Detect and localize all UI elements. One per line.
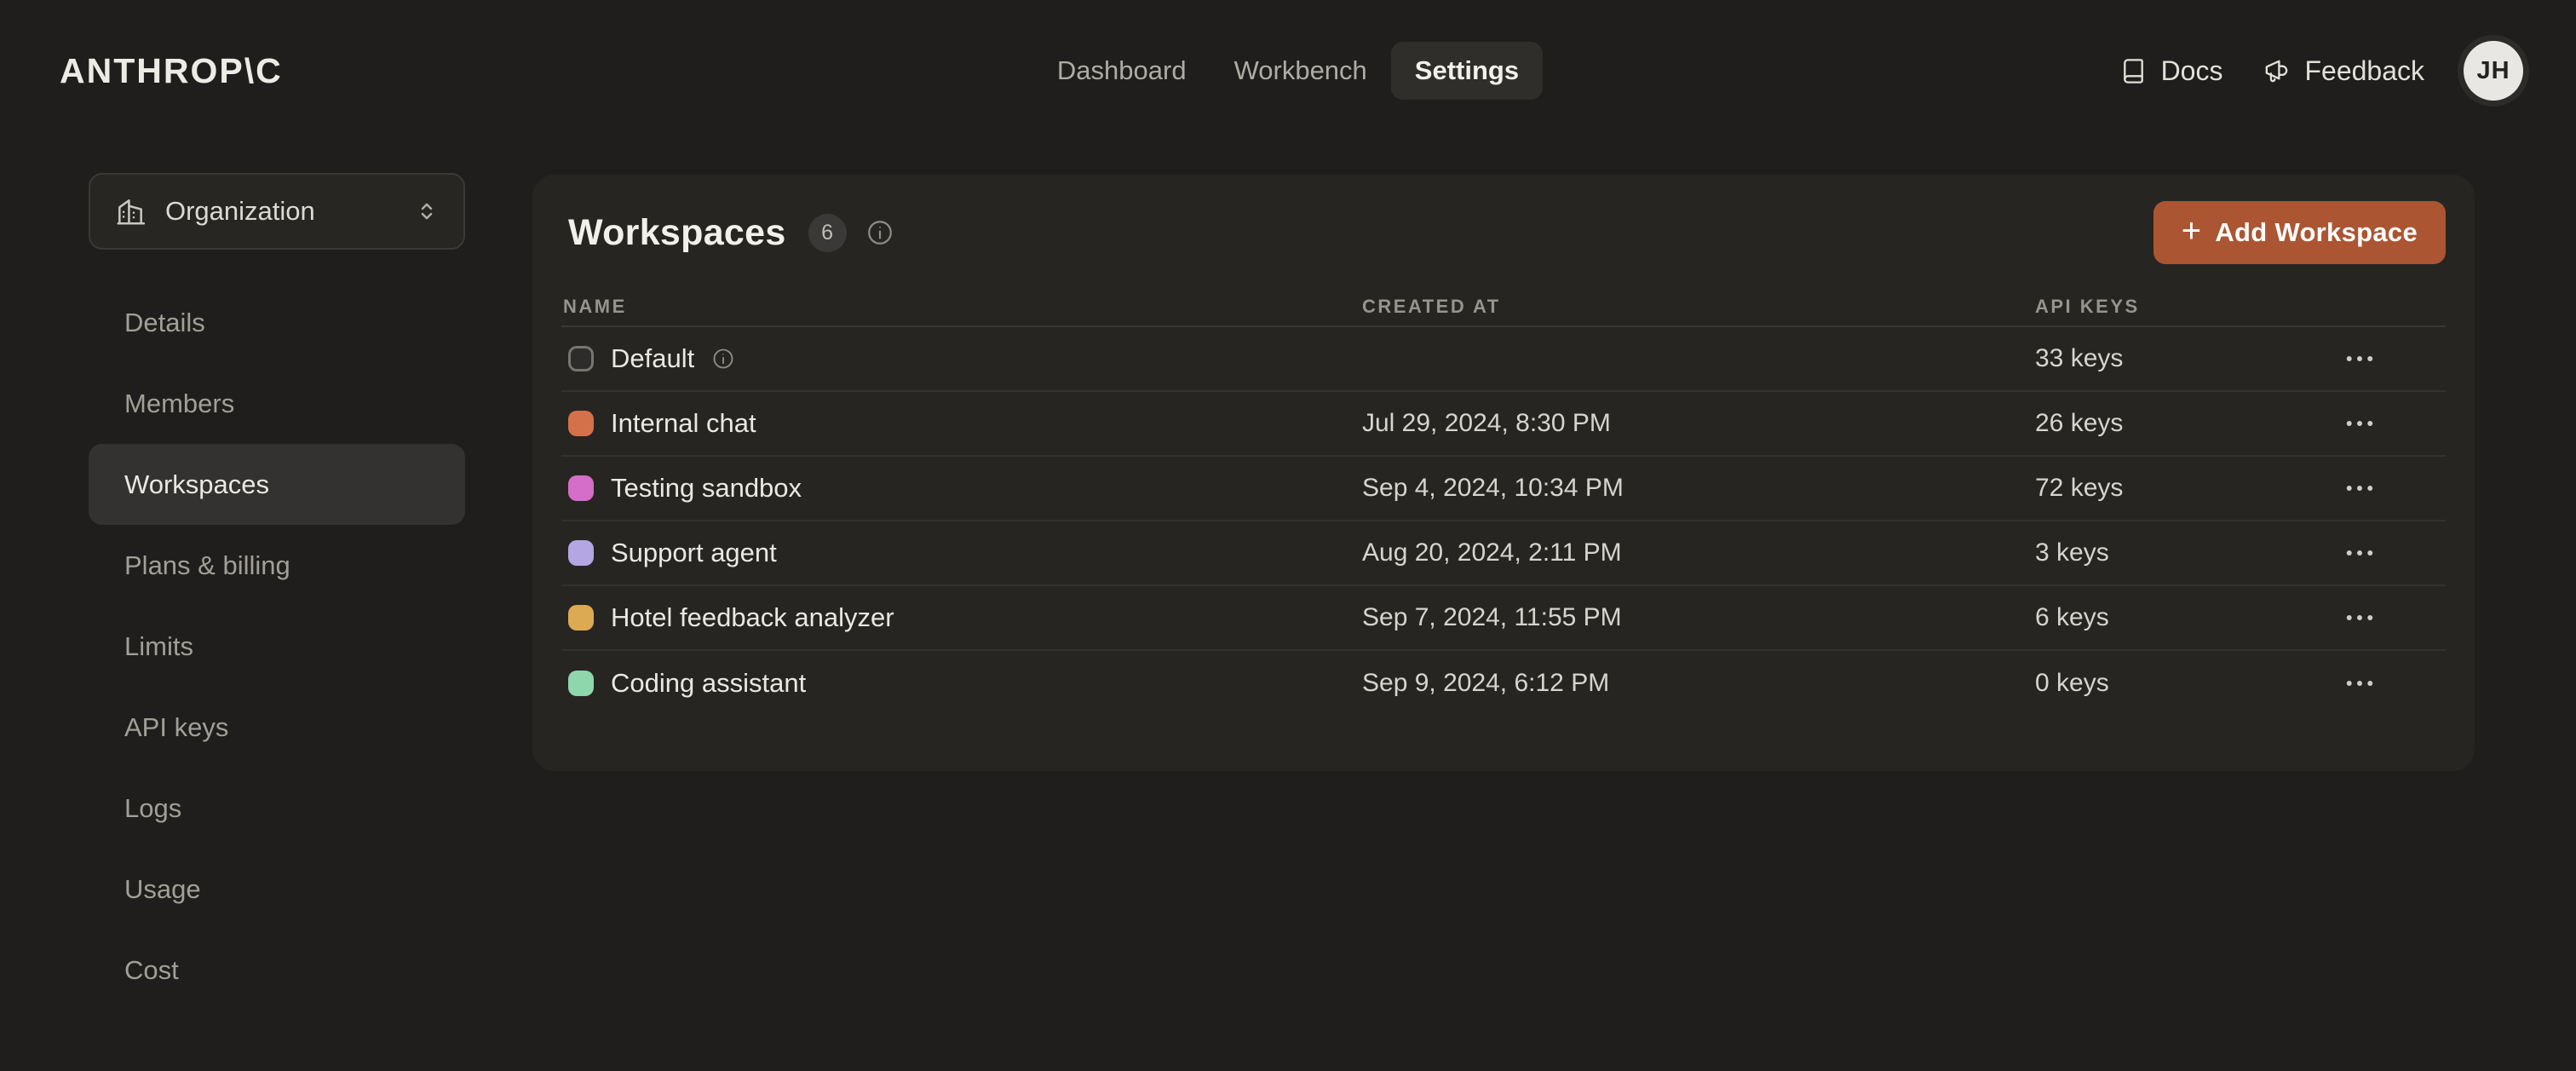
sidebar-item-logs[interactable]: Logs <box>89 768 465 849</box>
workspace-created-at: Sep 9, 2024, 6:12 PM <box>1362 669 2035 698</box>
megaphone-icon <box>2262 56 2291 86</box>
workspace-color-dot <box>568 411 594 436</box>
ellipsis-icon <box>2342 600 2378 636</box>
sidebar-item-plans-billing[interactable]: Plans & billing <box>89 525 465 606</box>
workspace-name: Coding assistant <box>611 668 806 699</box>
organization-label: Organization <box>165 196 315 227</box>
panel-header: Workspaces 6 + Add Workspace <box>561 203 2446 262</box>
sidebar-item-cost[interactable]: Cost <box>89 930 465 1011</box>
workspace-color-dot <box>568 605 594 631</box>
workspace-count-badge: 6 <box>808 214 847 252</box>
workspace-api-keys: 3 keys <box>2035 538 2274 567</box>
sidebar-item-members[interactable]: Members <box>89 363 465 444</box>
nav-settings[interactable]: Settings <box>1391 42 1543 100</box>
sidebar-nav: Details Members Workspaces Plans & billi… <box>89 282 465 1011</box>
workspace-name: Support agent <box>611 538 777 568</box>
workspace-created-at: Jul 29, 2024, 8:30 PM <box>1362 409 2035 438</box>
workspace-created-at: Sep 7, 2024, 11:55 PM <box>1362 603 2035 632</box>
workspace-color-dot <box>568 671 594 696</box>
table-row: Coding assistant Sep 9, 2024, 6:12 PM 0 … <box>561 651 2446 716</box>
anthropic-logo: ANTHROP\C <box>60 51 283 91</box>
workspace-name: Internal chat <box>611 408 756 439</box>
workspace-name: Default <box>611 343 694 374</box>
plus-icon: + <box>2182 212 2202 250</box>
table-row: Internal chat Jul 29, 2024, 8:30 PM 26 k… <box>561 392 2446 457</box>
workspace-api-keys: 72 keys <box>2035 474 2274 503</box>
workspace-created-at: Sep 4, 2024, 10:34 PM <box>1362 474 2035 503</box>
user-avatar[interactable]: JH <box>2464 41 2523 101</box>
column-header-created-at: CREATED AT <box>1362 296 2035 318</box>
nav-workbench[interactable]: Workbench <box>1210 42 1391 100</box>
add-workspace-label: Add Workspace <box>2215 217 2418 248</box>
building-icon <box>114 195 147 227</box>
workspace-api-keys: 0 keys <box>2035 669 2274 698</box>
row-menu-button[interactable] <box>2334 464 2385 512</box>
table-row: Default 33 keys <box>561 327 2446 392</box>
row-menu-button[interactable] <box>2334 400 2385 447</box>
default-workspace-info-icon[interactable] <box>711 347 735 371</box>
sidebar-item-details[interactable]: Details <box>89 282 465 363</box>
workspace-name: Hotel feedback analyzer <box>611 602 894 633</box>
row-menu-button[interactable] <box>2334 594 2385 642</box>
workspaces-panel: Workspaces 6 + Add Workspace NAME CREATE… <box>532 175 2475 771</box>
workspace-api-keys: 26 keys <box>2035 409 2274 438</box>
workspace-color-dot <box>568 540 594 566</box>
settings-sidebar: Organization Details Members Workspaces … <box>89 173 465 1011</box>
unfold-chevrons-icon <box>414 199 440 224</box>
add-workspace-button[interactable]: + Add Workspace <box>2153 201 2446 264</box>
workspace-api-keys: 33 keys <box>2035 344 2274 373</box>
row-menu-button[interactable] <box>2334 659 2385 707</box>
table-header: NAME CREATED AT API KEYS <box>561 262 2446 327</box>
row-menu-button[interactable] <box>2334 335 2385 383</box>
row-menu-button[interactable] <box>2334 529 2385 577</box>
workspace-created-at: Aug 20, 2024, 2:11 PM <box>1362 538 2035 567</box>
workspaces-info-icon[interactable] <box>865 218 894 247</box>
feedback-label: Feedback <box>2304 55 2424 87</box>
workspace-color-dot <box>568 346 594 371</box>
sidebar-item-api-keys[interactable]: API keys <box>89 687 465 768</box>
sidebar-item-usage[interactable]: Usage <box>89 849 465 930</box>
column-header-name: NAME <box>561 296 1362 318</box>
ellipsis-icon <box>2342 470 2378 506</box>
page-title: Workspaces <box>568 212 786 254</box>
table-row: Hotel feedback analyzer Sep 7, 2024, 11:… <box>561 586 2446 651</box>
top-bar: ANTHROP\C Dashboard Workbench Settings D… <box>0 0 2576 141</box>
sidebar-item-workspaces[interactable]: Workspaces <box>89 444 465 525</box>
feedback-link[interactable]: Feedback <box>2262 55 2424 87</box>
docs-label: Docs <box>2161 55 2223 87</box>
nav-dashboard[interactable]: Dashboard <box>1033 42 1210 100</box>
sidebar-item-limits[interactable]: Limits <box>89 606 465 687</box>
table-row: Testing sandbox Sep 4, 2024, 10:34 PM 72… <box>561 457 2446 521</box>
top-actions: Docs Feedback JH <box>2119 41 2523 101</box>
ellipsis-icon <box>2342 406 2378 441</box>
column-header-api-keys: API KEYS <box>2035 296 2274 318</box>
organization-selector[interactable]: Organization <box>89 173 465 250</box>
ellipsis-icon <box>2342 665 2378 701</box>
docs-link[interactable]: Docs <box>2119 55 2223 87</box>
primary-nav: Dashboard Workbench Settings <box>1033 0 1543 141</box>
ellipsis-icon <box>2342 535 2378 571</box>
ellipsis-icon <box>2342 341 2378 377</box>
table-row: Support agent Aug 20, 2024, 2:11 PM 3 ke… <box>561 521 2446 586</box>
workspace-name: Testing sandbox <box>611 473 802 504</box>
book-icon <box>2119 56 2148 86</box>
workspace-color-dot <box>568 475 594 501</box>
workspace-api-keys: 6 keys <box>2035 603 2274 632</box>
